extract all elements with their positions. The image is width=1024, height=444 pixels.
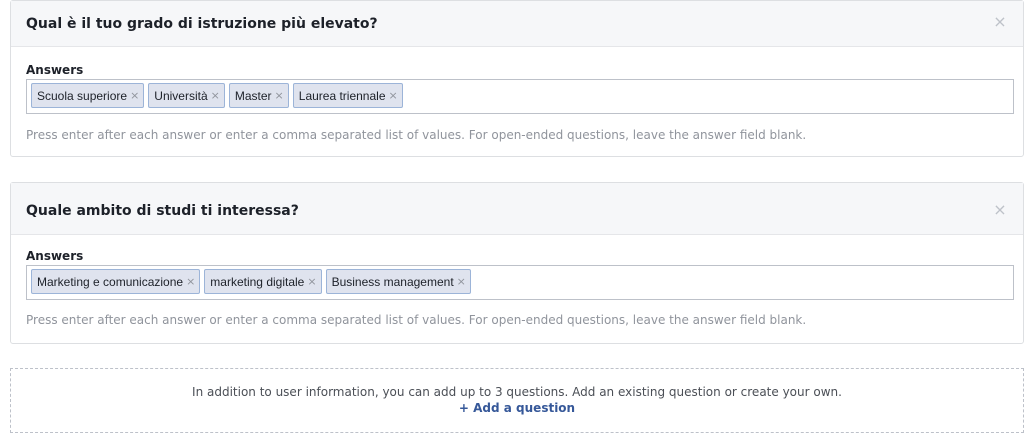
question-header: Quale ambito di studi ti interessa? ×	[11, 183, 1023, 235]
remove-answer-icon[interactable]: ×	[186, 275, 195, 288]
answer-token-label: marketing digitale	[210, 274, 305, 289]
remove-answer-icon[interactable]: ×	[457, 275, 466, 288]
remove-answer-icon[interactable]: ×	[275, 89, 284, 102]
answers-input[interactable]: Marketing e comunicazione × marketing di…	[26, 265, 1014, 300]
close-icon[interactable]: ×	[992, 202, 1008, 218]
answers-label: Answers	[26, 249, 84, 263]
answers-hint: Press enter after each answer or enter a…	[26, 128, 807, 142]
add-question-link[interactable]: + Add a question	[11, 400, 1023, 416]
answer-token: Laurea triennale ×	[292, 83, 403, 108]
answer-token: Marketing e comunicazione ×	[31, 269, 201, 294]
add-question-info: In addition to user information, you can…	[192, 385, 842, 399]
answer-token: Master ×	[228, 83, 289, 108]
answer-token-label: Università	[154, 88, 208, 103]
answer-token-label: Master	[234, 88, 272, 103]
remove-answer-icon[interactable]: ×	[307, 275, 316, 288]
close-icon[interactable]: ×	[992, 14, 1008, 30]
answer-token-label: Business management	[331, 274, 454, 289]
remove-answer-icon[interactable]: ×	[211, 89, 220, 102]
answer-token: Business management ×	[325, 269, 471, 294]
answers-input[interactable]: Scuola superiore × Università × Master ×…	[26, 79, 1014, 114]
question-body: Answers Scuola superiore × Università × …	[11, 47, 1023, 142]
answers-label: Answers	[26, 63, 84, 77]
question-header: Qual è il tuo grado di istruzione più el…	[11, 1, 1023, 47]
remove-answer-icon[interactable]: ×	[389, 89, 398, 102]
answer-token: Università ×	[148, 83, 225, 108]
question-title: Qual è il tuo grado di istruzione più el…	[26, 16, 378, 32]
answer-token-label: Laurea triennale	[298, 88, 386, 103]
question-card-1: Qual è il tuo grado di istruzione più el…	[10, 0, 1024, 157]
answers-hint: Press enter after each answer or enter a…	[26, 313, 807, 327]
question-title: Quale ambito di studi ti interessa?	[26, 203, 299, 219]
question-body: Answers Marketing e comunicazione × mark…	[11, 235, 1023, 327]
add-question-box: In addition to user information, you can…	[10, 368, 1024, 433]
answer-token-label: Scuola superiore	[37, 88, 128, 103]
remove-answer-icon[interactable]: ×	[130, 89, 139, 102]
question-card-2: Quale ambito di studi ti interessa? × An…	[10, 182, 1024, 344]
answer-token: Scuola superiore ×	[31, 83, 145, 108]
answer-token-label: Marketing e comunicazione	[37, 274, 184, 289]
answer-token: marketing digitale ×	[204, 269, 322, 294]
